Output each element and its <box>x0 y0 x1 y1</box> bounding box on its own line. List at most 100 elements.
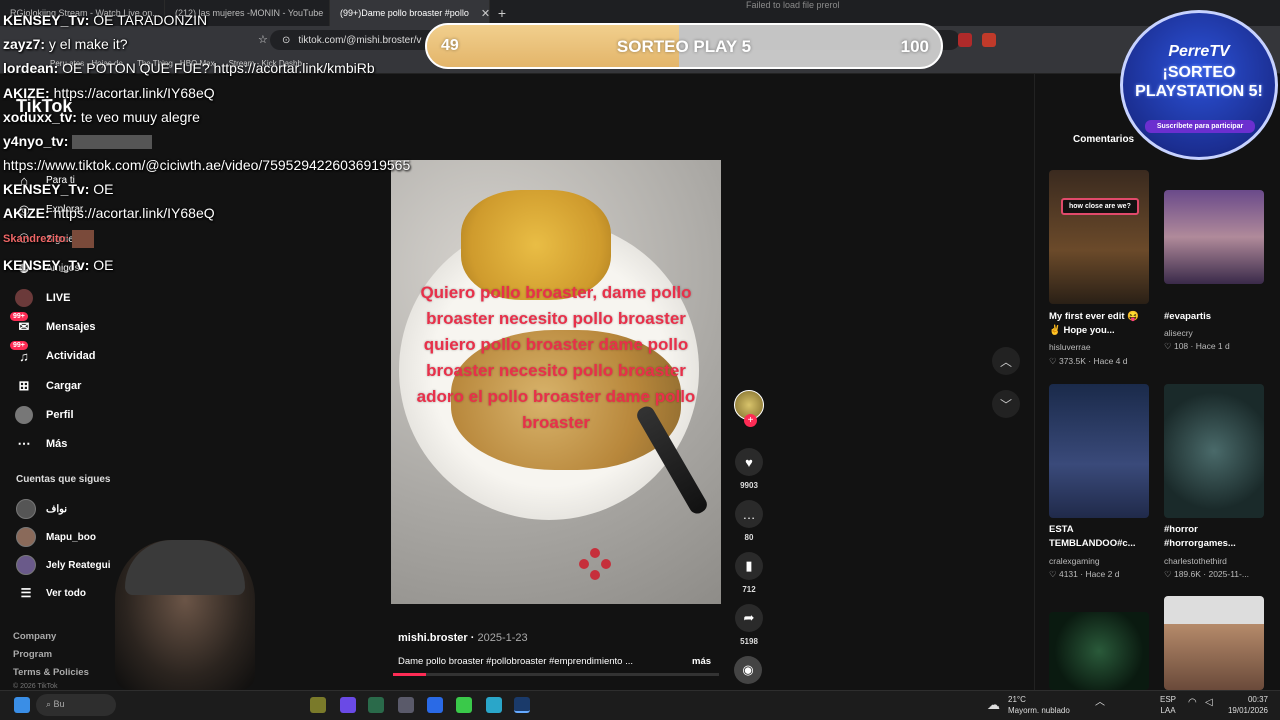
url-text: tiktok.com/@mishi.broster/v <box>298 34 422 46</box>
video-username[interactable]: mishi.broster <box>398 632 468 644</box>
clock[interactable]: 00:37 19/01/2026 <box>1222 694 1268 716</box>
chat-user: y4nyo_tv: <box>3 133 69 149</box>
video-player[interactable]: Quiero pollo broaster, dame pollo broast… <box>391 160 721 604</box>
sorteo-label: SORTEO PLAY 5 <box>616 37 752 56</box>
taskbar-search[interactable]: ⌕ Bu <box>36 694 116 716</box>
related-thumbnail[interactable] <box>1164 596 1264 690</box>
emote-image <box>72 230 95 248</box>
site-info-icon[interactable]: ⊙ <box>282 35 290 46</box>
app-icon[interactable] <box>368 697 384 713</box>
footer-link[interactable]: Program <box>13 646 89 664</box>
chat-user: AKIZE: <box>3 205 50 221</box>
extension-icon[interactable] <box>958 33 972 47</box>
nav-item-actividad[interactable]: ♫ 99+ Actividad <box>10 341 96 371</box>
volume-icon[interactable]: ◁ <box>1205 697 1213 708</box>
related-caption[interactable]: My first ever edit 😝✌ Hope you... <box>1049 310 1149 338</box>
related-thumbnail[interactable] <box>1049 384 1149 518</box>
following-name: Mapu_boo <box>46 531 96 543</box>
windows-start-icon[interactable] <box>14 697 30 713</box>
app-icon[interactable] <box>398 697 414 713</box>
see-all-link[interactable]: ☰ Ver todo <box>16 579 110 607</box>
tray-chevron-icon[interactable]: ︿ <box>1095 697 1105 708</box>
weather-widget[interactable]: 21°C Mayorm. nublado <box>1008 694 1070 716</box>
music-disc-icon[interactable]: ◉ <box>734 656 762 684</box>
chevron-up-icon[interactable]: ︿ <box>992 347 1020 375</box>
related-user[interactable]: charlestothethird <box>1164 556 1227 566</box>
comment-action[interactable]: … 80 <box>734 500 764 542</box>
chat-text: https://www.tiktok.com/@ciciwth.ae/video… <box>3 157 411 173</box>
related-thumbnail[interactable] <box>1164 190 1264 284</box>
weather-desc: Mayorm. nublado <box>1008 706 1070 715</box>
search-text: Bu <box>53 699 65 709</box>
related-user[interactable]: hisluverrae <box>1049 342 1091 352</box>
message-icon: ✉ 99+ <box>10 312 34 337</box>
wifi-icon[interactable]: ◠ <box>1188 697 1197 708</box>
avatar <box>16 499 36 519</box>
bookmark-icon[interactable]: ▮ <box>735 552 763 580</box>
following-item[interactable]: نواف <box>16 495 110 523</box>
language-indicator[interactable]: ESP LAA <box>1160 694 1176 716</box>
nav-item-mensajes[interactable]: ✉ 99+ Mensajes <box>10 312 96 341</box>
chat-message: KENSEY_Tv: OE TARADONZIN <box>3 12 207 28</box>
related-user[interactable]: cralexgaming <box>1049 556 1100 566</box>
save-action[interactable]: ▮ 712 <box>734 552 764 594</box>
related-user[interactable]: alisecry <box>1164 328 1193 338</box>
chat-user: KENSEY_Tv: <box>3 12 90 28</box>
comment-icon[interactable]: … <box>735 500 763 528</box>
search-icon: ⌕ <box>46 699 54 709</box>
close-tab-icon[interactable]: ✕ <box>481 7 489 20</box>
new-tab-icon[interactable]: + <box>490 5 514 21</box>
nav-label: Actividad <box>46 350 96 363</box>
nav-label: Mensajes <box>46 321 96 334</box>
chat-message: KENSEY_Tv: OE <box>3 257 113 273</box>
related-caption[interactable]: #evapartis <box>1164 310 1264 324</box>
app-icon[interactable] <box>427 697 443 713</box>
footer-link[interactable]: Company <box>13 628 89 646</box>
related-thumbnail[interactable] <box>1164 384 1264 518</box>
weather-temp: 21°C <box>1008 695 1026 704</box>
tab-comentarios[interactable]: Comentarios <box>1073 134 1134 145</box>
video-progress-bar[interactable] <box>393 673 719 676</box>
nav-item-cargar[interactable]: ⊞ Cargar <box>14 371 96 400</box>
related-thumbnail[interactable]: how close are we? <box>1049 170 1149 304</box>
following-name: Jely Reategui <box>46 559 111 571</box>
more-link[interactable]: más <box>692 656 711 667</box>
discord-icon[interactable] <box>340 697 356 713</box>
chevron-down-icon[interactable]: ﹀ <box>992 390 1020 418</box>
browser-icon[interactable] <box>486 697 502 713</box>
app-icon[interactable] <box>456 697 472 713</box>
nav-item-perfil[interactable]: Perfil <box>14 400 96 429</box>
following-item[interactable]: Jely Reategui <box>16 551 110 579</box>
creator-avatar[interactable]: + <box>734 390 764 427</box>
sorteo-badge: PerreTV ¡SORTEO PLAYSTATION 5! Suscríbet… <box>1120 10 1278 160</box>
like-action[interactable]: ♥ 9903 <box>734 448 764 490</box>
follow-plus-icon[interactable]: + <box>744 414 757 427</box>
chat-text: y el make it? <box>48 36 128 52</box>
related-caption[interactable]: #horror #horrorgames... <box>1164 523 1264 551</box>
extension-icon[interactable] <box>982 33 996 47</box>
steam-icon[interactable] <box>514 697 530 713</box>
related-caption[interactable]: ESTA TEMBLANDOO#c... <box>1049 523 1149 551</box>
badge-cta: Suscríbete para participar <box>1145 120 1255 133</box>
video-overlay-text: Quiero pollo broaster, dame pollo broast… <box>416 283 696 432</box>
nav-item-live[interactable]: LIVE <box>14 283 96 312</box>
emote-image <box>72 135 153 150</box>
nav-label: Cargar <box>46 379 82 392</box>
bookmark-star-icon[interactable]: ☆ <box>258 33 268 46</box>
following-item[interactable]: Mapu_boo <box>16 523 110 551</box>
share-action[interactable]: ➦ 5198 <box>734 604 764 646</box>
nav-item-mas[interactable]: ⋯ Más <box>14 430 96 459</box>
share-icon[interactable]: ➦ <box>735 604 763 632</box>
chat-message: xoduxx_tv: te veo muuy alegre <box>3 109 200 125</box>
app-icon[interactable] <box>310 697 326 713</box>
share-count: 5198 <box>740 637 758 646</box>
thumbnail-overlay-text: how close are we? <box>1061 198 1139 215</box>
heart-icon[interactable]: ♥ <box>735 448 763 476</box>
list-icon: ☰ <box>20 586 32 600</box>
chat-message: KENSEY_Tv: OE <box>3 181 113 197</box>
bell-icon: ♫ 99+ <box>10 341 34 366</box>
chat-text: https://acortar.link/IY68eQ <box>53 205 215 221</box>
footer-link[interactable]: Terms & Policies <box>13 664 89 682</box>
related-thumbnail[interactable] <box>1049 612 1149 690</box>
chat-message: Skandrezito: <box>3 230 95 248</box>
